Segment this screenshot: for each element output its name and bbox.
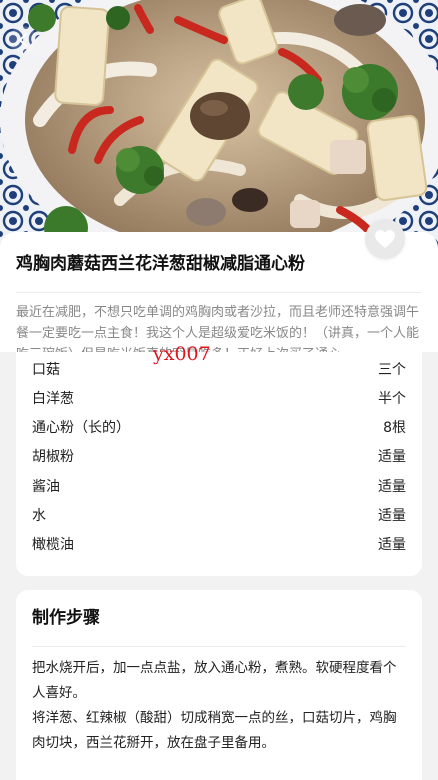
ingredient-name: 橄榄油 [32, 537, 74, 553]
ingredient-row: 酱油 适量 [32, 472, 406, 502]
ingredient-amount: 半个 [378, 391, 406, 407]
ingredient-name: 胡椒粉 [32, 449, 74, 465]
ingredient-amount: 适量 [378, 479, 406, 495]
heart-icon [375, 230, 395, 248]
ingredients-card: 口菇 三个 白洋葱 半个 通心粉（长的） 8根 胡椒粉 适量 酱油 适量 水 适… [16, 352, 422, 576]
ingredient-amount: 8根 [383, 420, 406, 436]
watermark-text: yx007 [153, 343, 211, 365]
steps-divider [32, 646, 406, 647]
step-text: 把水烧开后，加一点点盐，放入通心粉，煮熟。软硬程度看个人喜好。 [32, 660, 397, 701]
ingredient-amount: 适量 [378, 508, 406, 524]
title-divider [16, 292, 422, 293]
ingredient-amount: 适量 [378, 537, 406, 553]
recipe-hero-image [0, 0, 438, 250]
ingredient-row: 水 适量 [32, 501, 406, 531]
recipe-title: 鸡胸肉蘑菇西兰花洋葱甜椒减脂通心粉 [16, 254, 305, 274]
ingredient-row: 胡椒粉 适量 [32, 442, 406, 472]
ingredient-name: 水 [32, 508, 46, 524]
ingredient-row: 口菇 三个 [32, 355, 406, 385]
steps-heading: 制作步骤 [32, 608, 100, 628]
ingredient-name: 酱油 [32, 479, 60, 495]
ingredient-name: 口菇 [32, 362, 60, 378]
step-text: 将洋葱、红辣椒（酸甜）切成稍宽一点的丝，口菇切片，鸡胸肉切块，西兰花掰开，放在盘… [32, 710, 397, 751]
ingredient-amount: 适量 [378, 449, 406, 465]
ingredient-name: 通心粉（长的） [32, 420, 130, 436]
ingredient-row: 通心粉（长的） 8根 [32, 413, 406, 443]
ingredient-row: 橄榄油 适量 [32, 530, 406, 560]
ingredient-name: 白洋葱 [32, 391, 74, 407]
ingredient-row: 白洋葱 半个 [32, 384, 406, 414]
steps-card: 制作步骤 把水烧开后，加一点点盐，放入通心粉，煮熟。软硬程度看个人喜好。 将洋葱… [16, 590, 422, 780]
back-button[interactable] [9, 26, 37, 54]
favorite-button[interactable] [365, 219, 405, 259]
chevron-left-icon [19, 33, 27, 47]
ingredient-amount: 三个 [378, 362, 406, 378]
